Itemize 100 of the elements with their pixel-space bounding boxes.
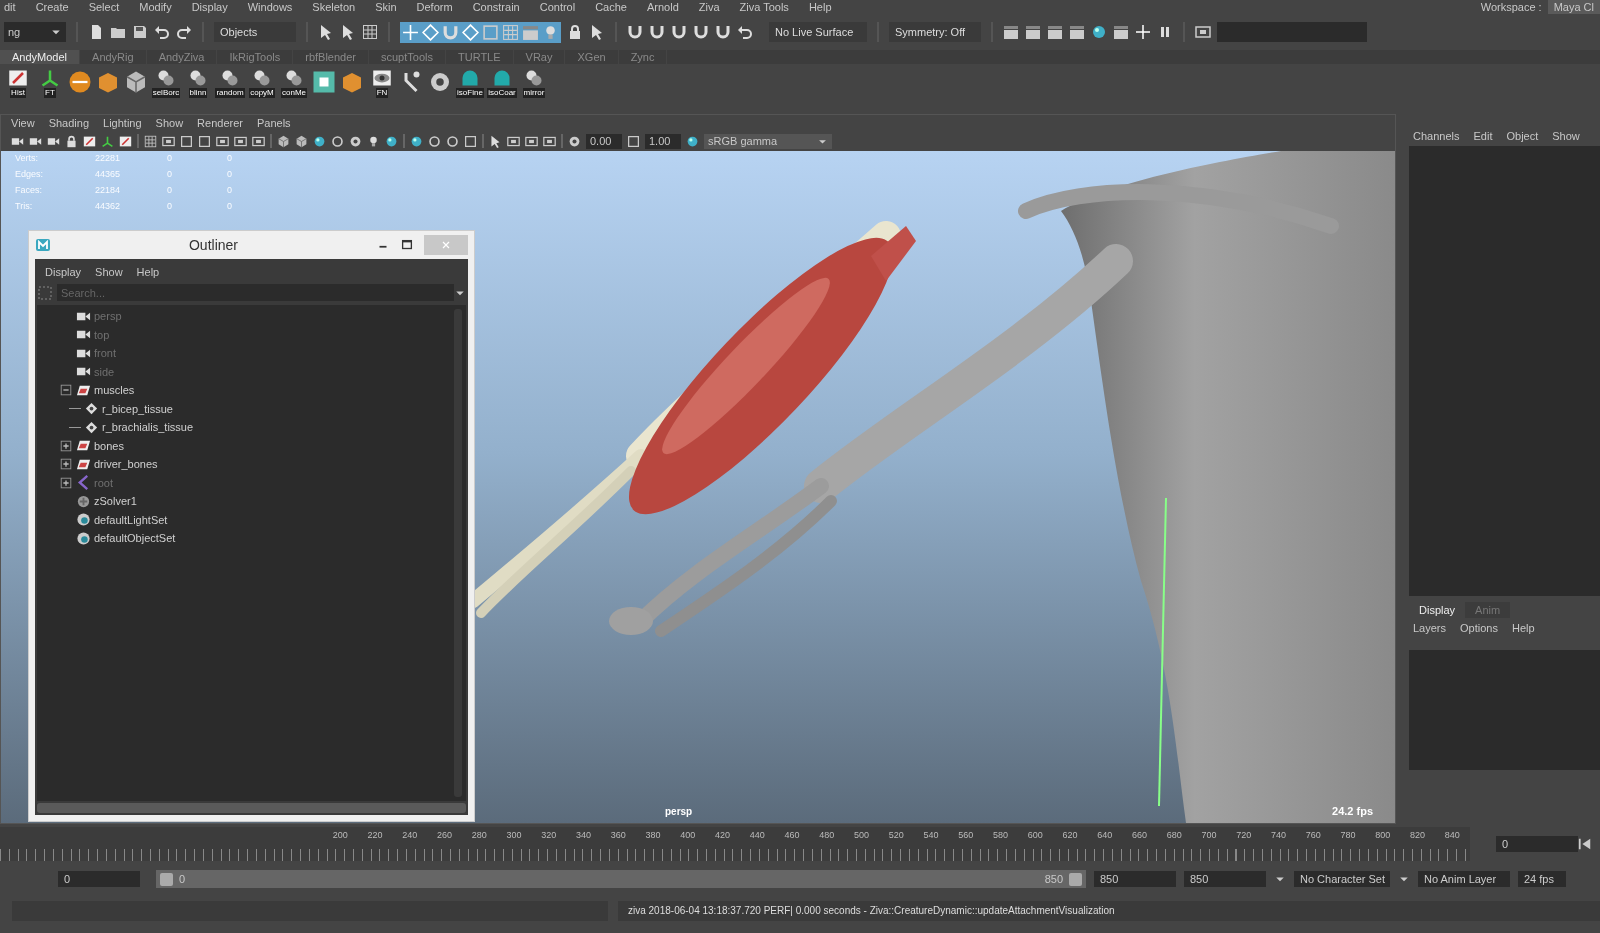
square-icon[interactable] xyxy=(464,134,477,148)
light-bulb-icon[interactable] xyxy=(367,134,380,148)
frame-icon[interactable] xyxy=(216,134,229,148)
pencil-icon[interactable] xyxy=(119,134,132,148)
menu-item[interactable]: Select xyxy=(88,0,120,14)
menu-item[interactable]: Arnold xyxy=(646,0,679,14)
maximize-icon[interactable] xyxy=(400,238,414,252)
color-space-dropdown[interactable]: sRGB gamma xyxy=(704,133,832,149)
menu-item[interactable]: Show xyxy=(155,117,184,129)
frame-icon[interactable] xyxy=(1195,24,1211,40)
ring-icon[interactable] xyxy=(428,134,441,148)
magnet-icon[interactable] xyxy=(693,24,709,40)
outliner-item[interactable]: bones xyxy=(37,436,450,455)
shelf-tab[interactable]: XGen xyxy=(565,50,619,64)
menu-item[interactable]: Show xyxy=(95,266,123,278)
anim-layer-dropdown[interactable]: No Anim Layer xyxy=(1418,871,1510,887)
shelf-button[interactable]: copyM xyxy=(248,68,276,98)
shelf-button[interactable]: isoFine xyxy=(456,68,484,98)
outliner-item[interactable]: defaultLightSet xyxy=(37,510,450,529)
menu-item[interactable]: Ziva Tools xyxy=(739,0,789,14)
menu-item[interactable]: Help xyxy=(808,0,832,14)
cube-icon[interactable] xyxy=(277,134,290,148)
cube-icon[interactable] xyxy=(124,70,148,94)
padlock-icon[interactable] xyxy=(567,24,583,40)
shelf-tab[interactable]: rbfBlender xyxy=(293,50,369,64)
frame-icon[interactable] xyxy=(252,134,265,148)
diamond-icon[interactable] xyxy=(422,23,439,41)
menu-item[interactable]: Skin xyxy=(375,0,397,14)
crosshair-icon[interactable] xyxy=(402,23,419,41)
go-to-start-icon[interactable] xyxy=(1578,837,1592,851)
sphere-icon[interactable] xyxy=(1091,24,1107,40)
outliner-item[interactable]: zSolver1 xyxy=(37,492,450,511)
menu-item[interactable]: Display xyxy=(191,0,228,14)
menu-item[interactable]: Channels xyxy=(1413,130,1460,142)
shelf-button[interactable]: selBorc xyxy=(152,68,180,98)
shelf-tab[interactable]: AndyRig xyxy=(80,50,147,64)
square-icon[interactable] xyxy=(198,134,211,148)
menu-item[interactable]: Shading xyxy=(48,117,90,129)
shelf-tab[interactable]: scuptTools xyxy=(369,50,446,64)
shelf-tab[interactable]: TURTLE xyxy=(446,50,514,64)
frame-icon[interactable] xyxy=(543,134,556,148)
start-frame-field[interactable]: 0 xyxy=(58,871,140,887)
shelf-tab[interactable]: Zync xyxy=(618,50,668,64)
grid-icon[interactable] xyxy=(144,134,157,148)
collapse-icon[interactable] xyxy=(59,383,73,398)
menu-item[interactable]: Windows xyxy=(247,0,293,14)
padlock-icon[interactable] xyxy=(65,134,78,148)
expand-icon[interactable] xyxy=(59,475,73,490)
expand-icon[interactable] xyxy=(59,457,73,472)
pencil-icon[interactable] xyxy=(83,134,96,148)
menu-item[interactable]: Panels xyxy=(256,117,291,129)
live-surface-field[interactable]: No Live Surface xyxy=(769,22,867,42)
shelf-button[interactable]: FT xyxy=(36,68,64,98)
outliner-item[interactable]: defaultObjectSet xyxy=(37,529,450,548)
ring-icon[interactable] xyxy=(446,134,459,148)
magnet-icon[interactable] xyxy=(671,24,687,40)
shelf-button[interactable]: isoCoar xyxy=(488,68,516,98)
frame-icon[interactable] xyxy=(507,134,520,148)
clapboard-icon[interactable] xyxy=(1047,24,1063,40)
sphere-icon[interactable] xyxy=(686,134,699,148)
sphere-icon[interactable] xyxy=(313,134,326,148)
undo-icon[interactable] xyxy=(737,24,753,40)
menu-item[interactable]: View xyxy=(11,117,35,129)
menu-item[interactable]: Edit xyxy=(1473,130,1493,142)
frame-icon[interactable] xyxy=(234,134,247,148)
menu-item[interactable]: Modify xyxy=(139,0,172,14)
gear-icon[interactable] xyxy=(568,134,581,148)
menu-item[interactable]: Cache xyxy=(595,0,627,14)
clapboard-icon[interactable] xyxy=(1113,24,1129,40)
search-field[interactable] xyxy=(1217,22,1367,42)
outliner-item[interactable]: driver_bones xyxy=(37,455,450,474)
shelf-button[interactable]: FN xyxy=(368,68,396,98)
selection-mode-field[interactable]: Objects xyxy=(214,22,296,42)
menu-item[interactable]: dit xyxy=(4,0,16,14)
shelf-tab[interactable]: AndyZiva xyxy=(146,50,218,64)
end-frame-field[interactable]: 850 xyxy=(1094,871,1176,887)
menu-item[interactable]: Layers xyxy=(1413,622,1447,634)
clapboard-icon[interactable] xyxy=(1069,24,1085,40)
gamma-field[interactable]: 1.00 xyxy=(645,133,681,149)
menu-item[interactable]: Control xyxy=(539,0,576,14)
magnet-icon[interactable] xyxy=(627,24,643,40)
outliner-item[interactable]: r_bicep_tissue xyxy=(37,399,450,418)
menu-item[interactable]: Skeleton xyxy=(312,0,356,14)
frame-icon[interactable] xyxy=(525,134,538,148)
clapboard-icon[interactable] xyxy=(1003,24,1019,40)
symmetry-field[interactable]: Symmetry: Off xyxy=(889,22,981,42)
cube-icon[interactable] xyxy=(295,134,308,148)
box-icon[interactable] xyxy=(96,70,120,94)
magnet-icon[interactable] xyxy=(649,24,665,40)
shelf-button[interactable]: Hist xyxy=(4,68,32,98)
menu-item[interactable]: Renderer xyxy=(197,117,243,129)
square-icon[interactable] xyxy=(627,134,640,148)
ring-icon[interactable] xyxy=(331,134,344,148)
character-set-dropdown[interactable]: No Character Set xyxy=(1294,871,1390,887)
undo-icon[interactable] xyxy=(154,24,170,40)
expand-icon[interactable] xyxy=(59,438,73,453)
fps-dropdown[interactable]: 24 fps xyxy=(1518,871,1566,887)
redo-icon[interactable] xyxy=(176,24,192,40)
exposure-field[interactable]: 0.00 xyxy=(586,133,622,149)
magnet-icon[interactable] xyxy=(715,24,731,40)
